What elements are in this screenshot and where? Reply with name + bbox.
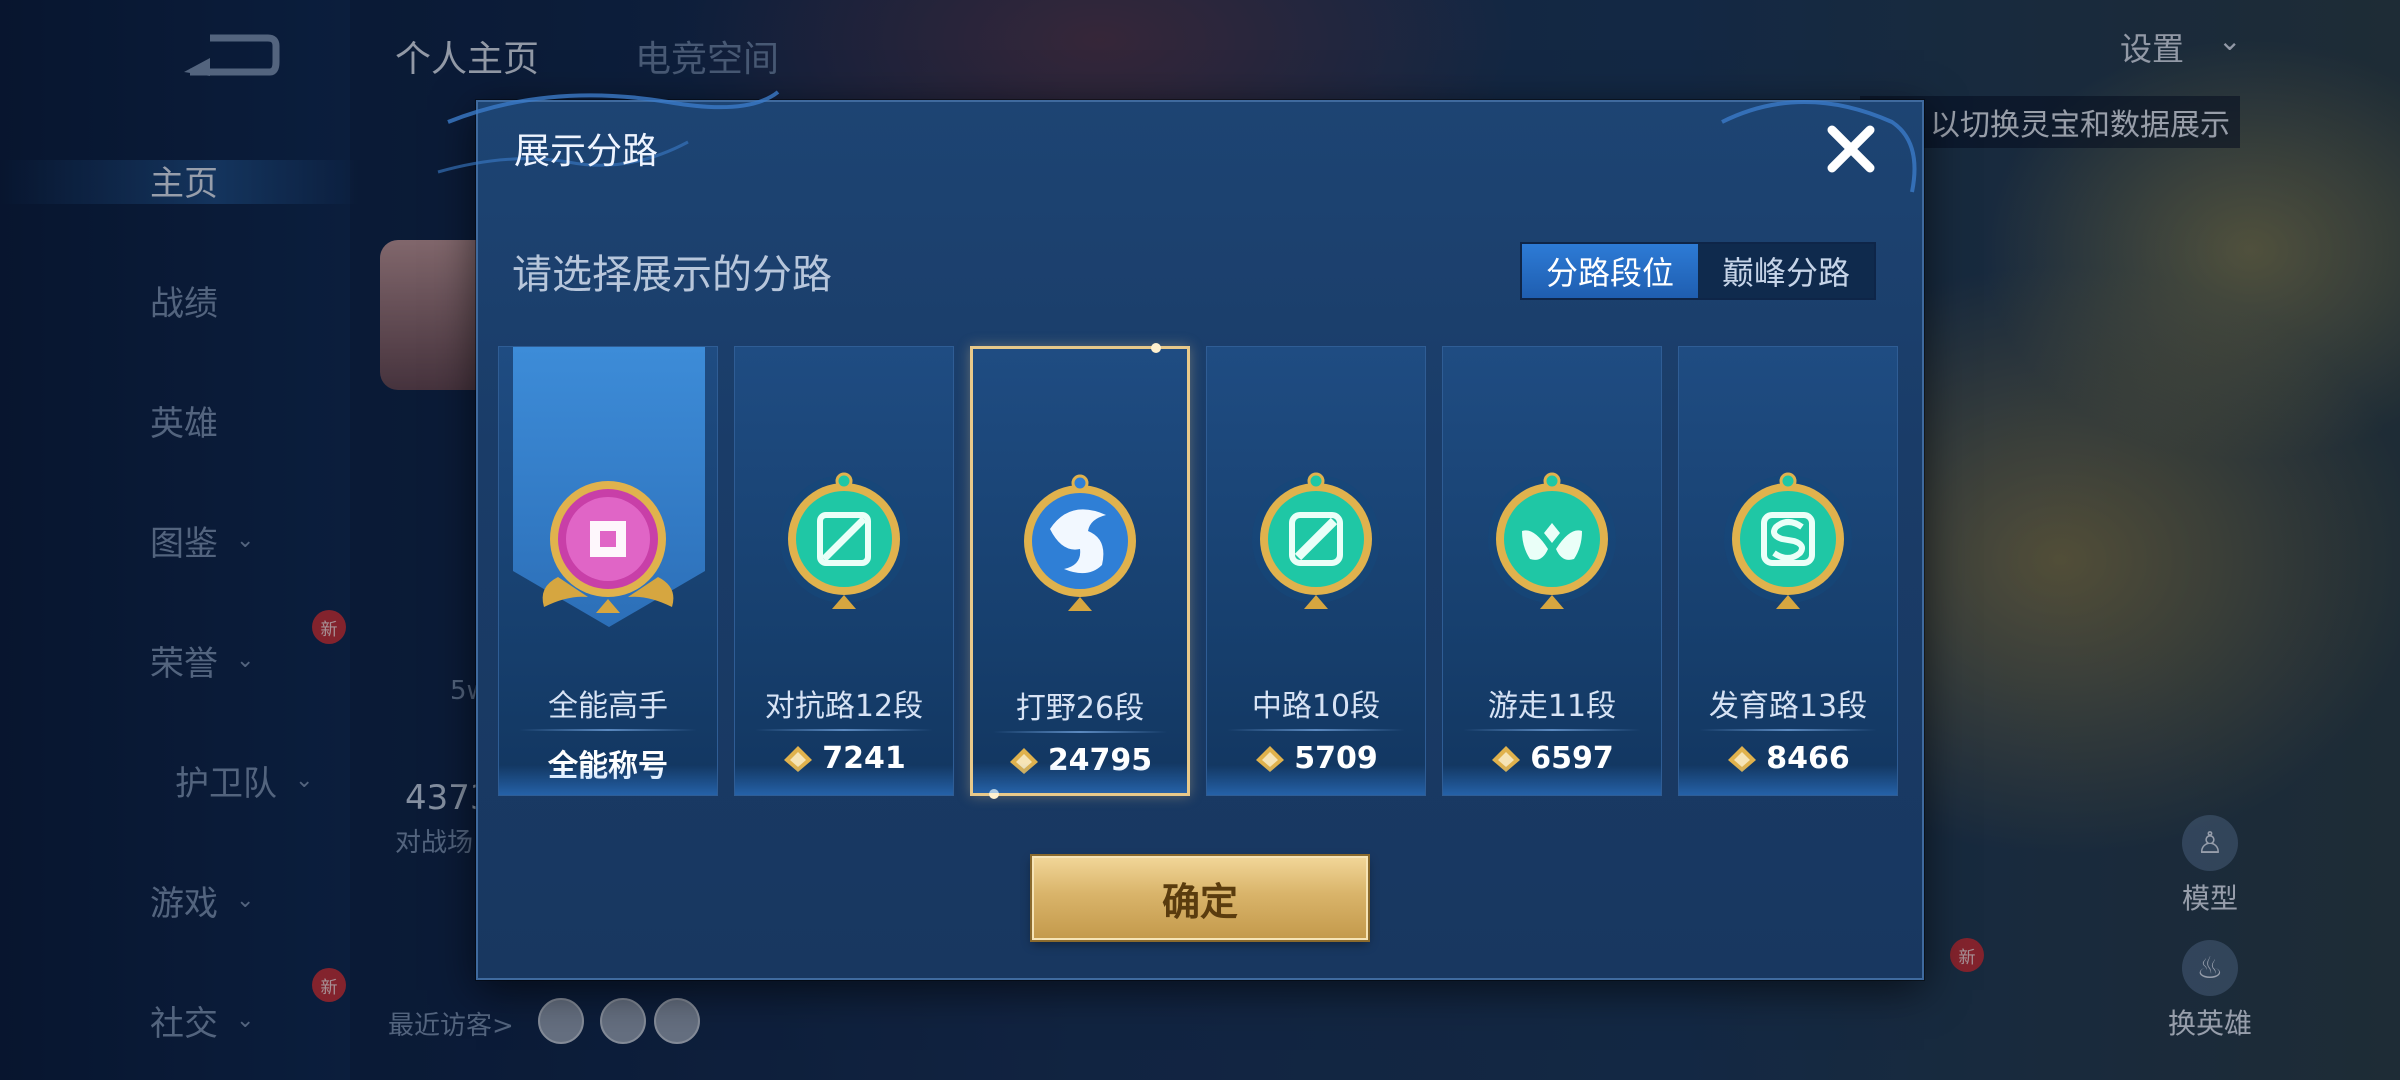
lane-card-farm[interactable]: 发育路13段 8466 <box>1678 346 1898 796</box>
close-icon <box>1827 125 1875 173</box>
divider <box>519 729 697 731</box>
confirm-button[interactable]: 确定 <box>1032 856 1368 940</box>
mid-lane-emblem-icon <box>1252 472 1380 609</box>
tab-peak-lane[interactable]: 巅峰分路 <box>1698 244 1874 298</box>
lane-value: 全能称号 <box>499 741 717 785</box>
points-icon <box>1728 745 1757 772</box>
lane-value: 24795 <box>973 743 1187 778</box>
lane-card-jungle[interactable]: 打野26段 24795 <box>970 343 1190 799</box>
lane-name: 中路10段 <box>1251 689 1381 724</box>
dialog-subtitle: 请选择展示的分路 <box>512 252 832 298</box>
jungle-emblem-icon <box>1024 474 1136 611</box>
points-icon <box>1492 745 1521 772</box>
lane-name: 全能高手 <box>548 689 668 724</box>
divider <box>1699 729 1877 731</box>
lane-card-clash[interactable]: 对抗路12段 7241 <box>734 346 954 796</box>
lane-name: 发育路13段 <box>1708 689 1868 724</box>
selection-marker <box>1151 343 1161 353</box>
divider <box>993 731 1167 733</box>
lane-points: 6597 <box>1530 741 1614 776</box>
points-icon <box>1256 745 1285 772</box>
lane-value: 5709 <box>1207 741 1425 776</box>
lane-name: 打野26段 <box>1015 691 1145 726</box>
lane-points: 24795 <box>1047 743 1153 778</box>
lane-name: 对抗路12段 <box>764 689 924 724</box>
roam-emblem-icon <box>1488 472 1616 609</box>
lane-card-all-round[interactable]: 全能高手 全能称号 <box>498 346 718 796</box>
farm-lane-emblem-icon <box>1724 472 1852 609</box>
lane-value: 8466 <box>1679 741 1897 776</box>
lane-value: 6597 <box>1443 741 1661 776</box>
points-icon <box>784 745 813 772</box>
selection-marker <box>989 789 999 799</box>
points-icon <box>1009 747 1038 774</box>
lane-type-toggle: 分路段位 巅峰分路 <box>1519 242 1876 300</box>
lane-card-roam[interactable]: 游走11段 6597 <box>1442 346 1662 796</box>
title-text: 全能称号 <box>548 749 668 784</box>
lane-points: 8466 <box>1766 741 1850 776</box>
lane-points: 7241 <box>822 741 906 776</box>
lane-points: 5709 <box>1294 741 1378 776</box>
lane-value: 7241 <box>735 741 953 776</box>
divider <box>1463 729 1641 731</box>
lane-card-mid[interactable]: 中路10段 5709 <box>1206 346 1426 796</box>
divider <box>1227 729 1405 731</box>
clash-lane-emblem-icon <box>780 472 908 609</box>
all-round-emblem-icon <box>542 481 674 613</box>
dialog-title: 展示分路 <box>514 131 659 172</box>
divider <box>755 729 933 731</box>
close-button[interactable] <box>1820 118 1882 180</box>
lane-name: 游走11段 <box>1487 689 1617 724</box>
lane-display-dialog: 展示分路 请选择展示的分路 分路段位 巅峰分路 全能高手 全能称号 对抗路12段… <box>437 90 1924 980</box>
tab-lane-rank[interactable]: 分路段位 <box>1521 244 1698 298</box>
